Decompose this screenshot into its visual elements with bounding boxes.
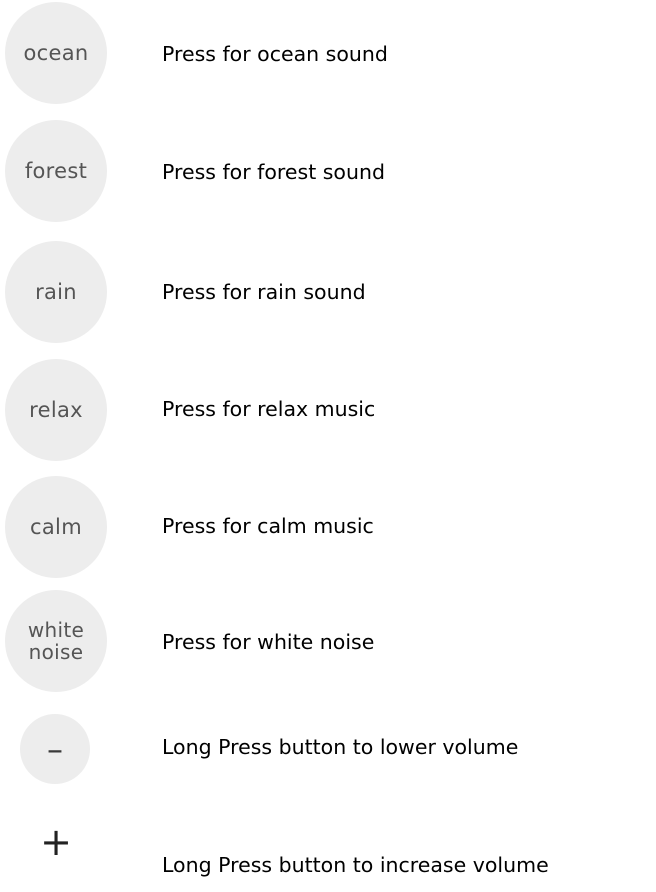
relax-button-label: relax	[29, 398, 83, 422]
volume-down-description: Long Press button to lower volume	[162, 735, 519, 759]
white-noise-label-line1: white	[27, 618, 85, 642]
ocean-button[interactable]: ocean	[5, 2, 107, 104]
relax-description: Press for relax music	[162, 397, 376, 421]
forest-button-label: forest	[24, 159, 88, 183]
ocean-button-label: ocean	[23, 41, 89, 65]
plus-icon: +	[40, 820, 72, 864]
minus-icon: –	[47, 730, 63, 768]
white-noise-label-line2: noise	[28, 640, 84, 664]
volume-up-button[interactable]: +	[26, 817, 86, 867]
white-noise-description: Press for white noise	[162, 630, 375, 654]
volume-down-button[interactable]: –	[20, 714, 90, 784]
rain-button[interactable]: rain	[5, 241, 107, 343]
calm-button-label: calm	[30, 515, 82, 539]
white-noise-button[interactable]: white noise	[5, 590, 107, 692]
ocean-description: Press for ocean sound	[162, 42, 388, 66]
volume-up-description: Long Press button to increase volume	[162, 853, 549, 877]
forest-description: Press for forest sound	[162, 160, 385, 184]
forest-button[interactable]: forest	[5, 120, 107, 222]
rain-description: Press for rain sound	[162, 280, 366, 304]
rain-button-label: rain	[35, 280, 77, 304]
relax-button[interactable]: relax	[5, 359, 107, 461]
calm-button[interactable]: calm	[5, 476, 107, 578]
calm-description: Press for calm music	[162, 514, 374, 538]
